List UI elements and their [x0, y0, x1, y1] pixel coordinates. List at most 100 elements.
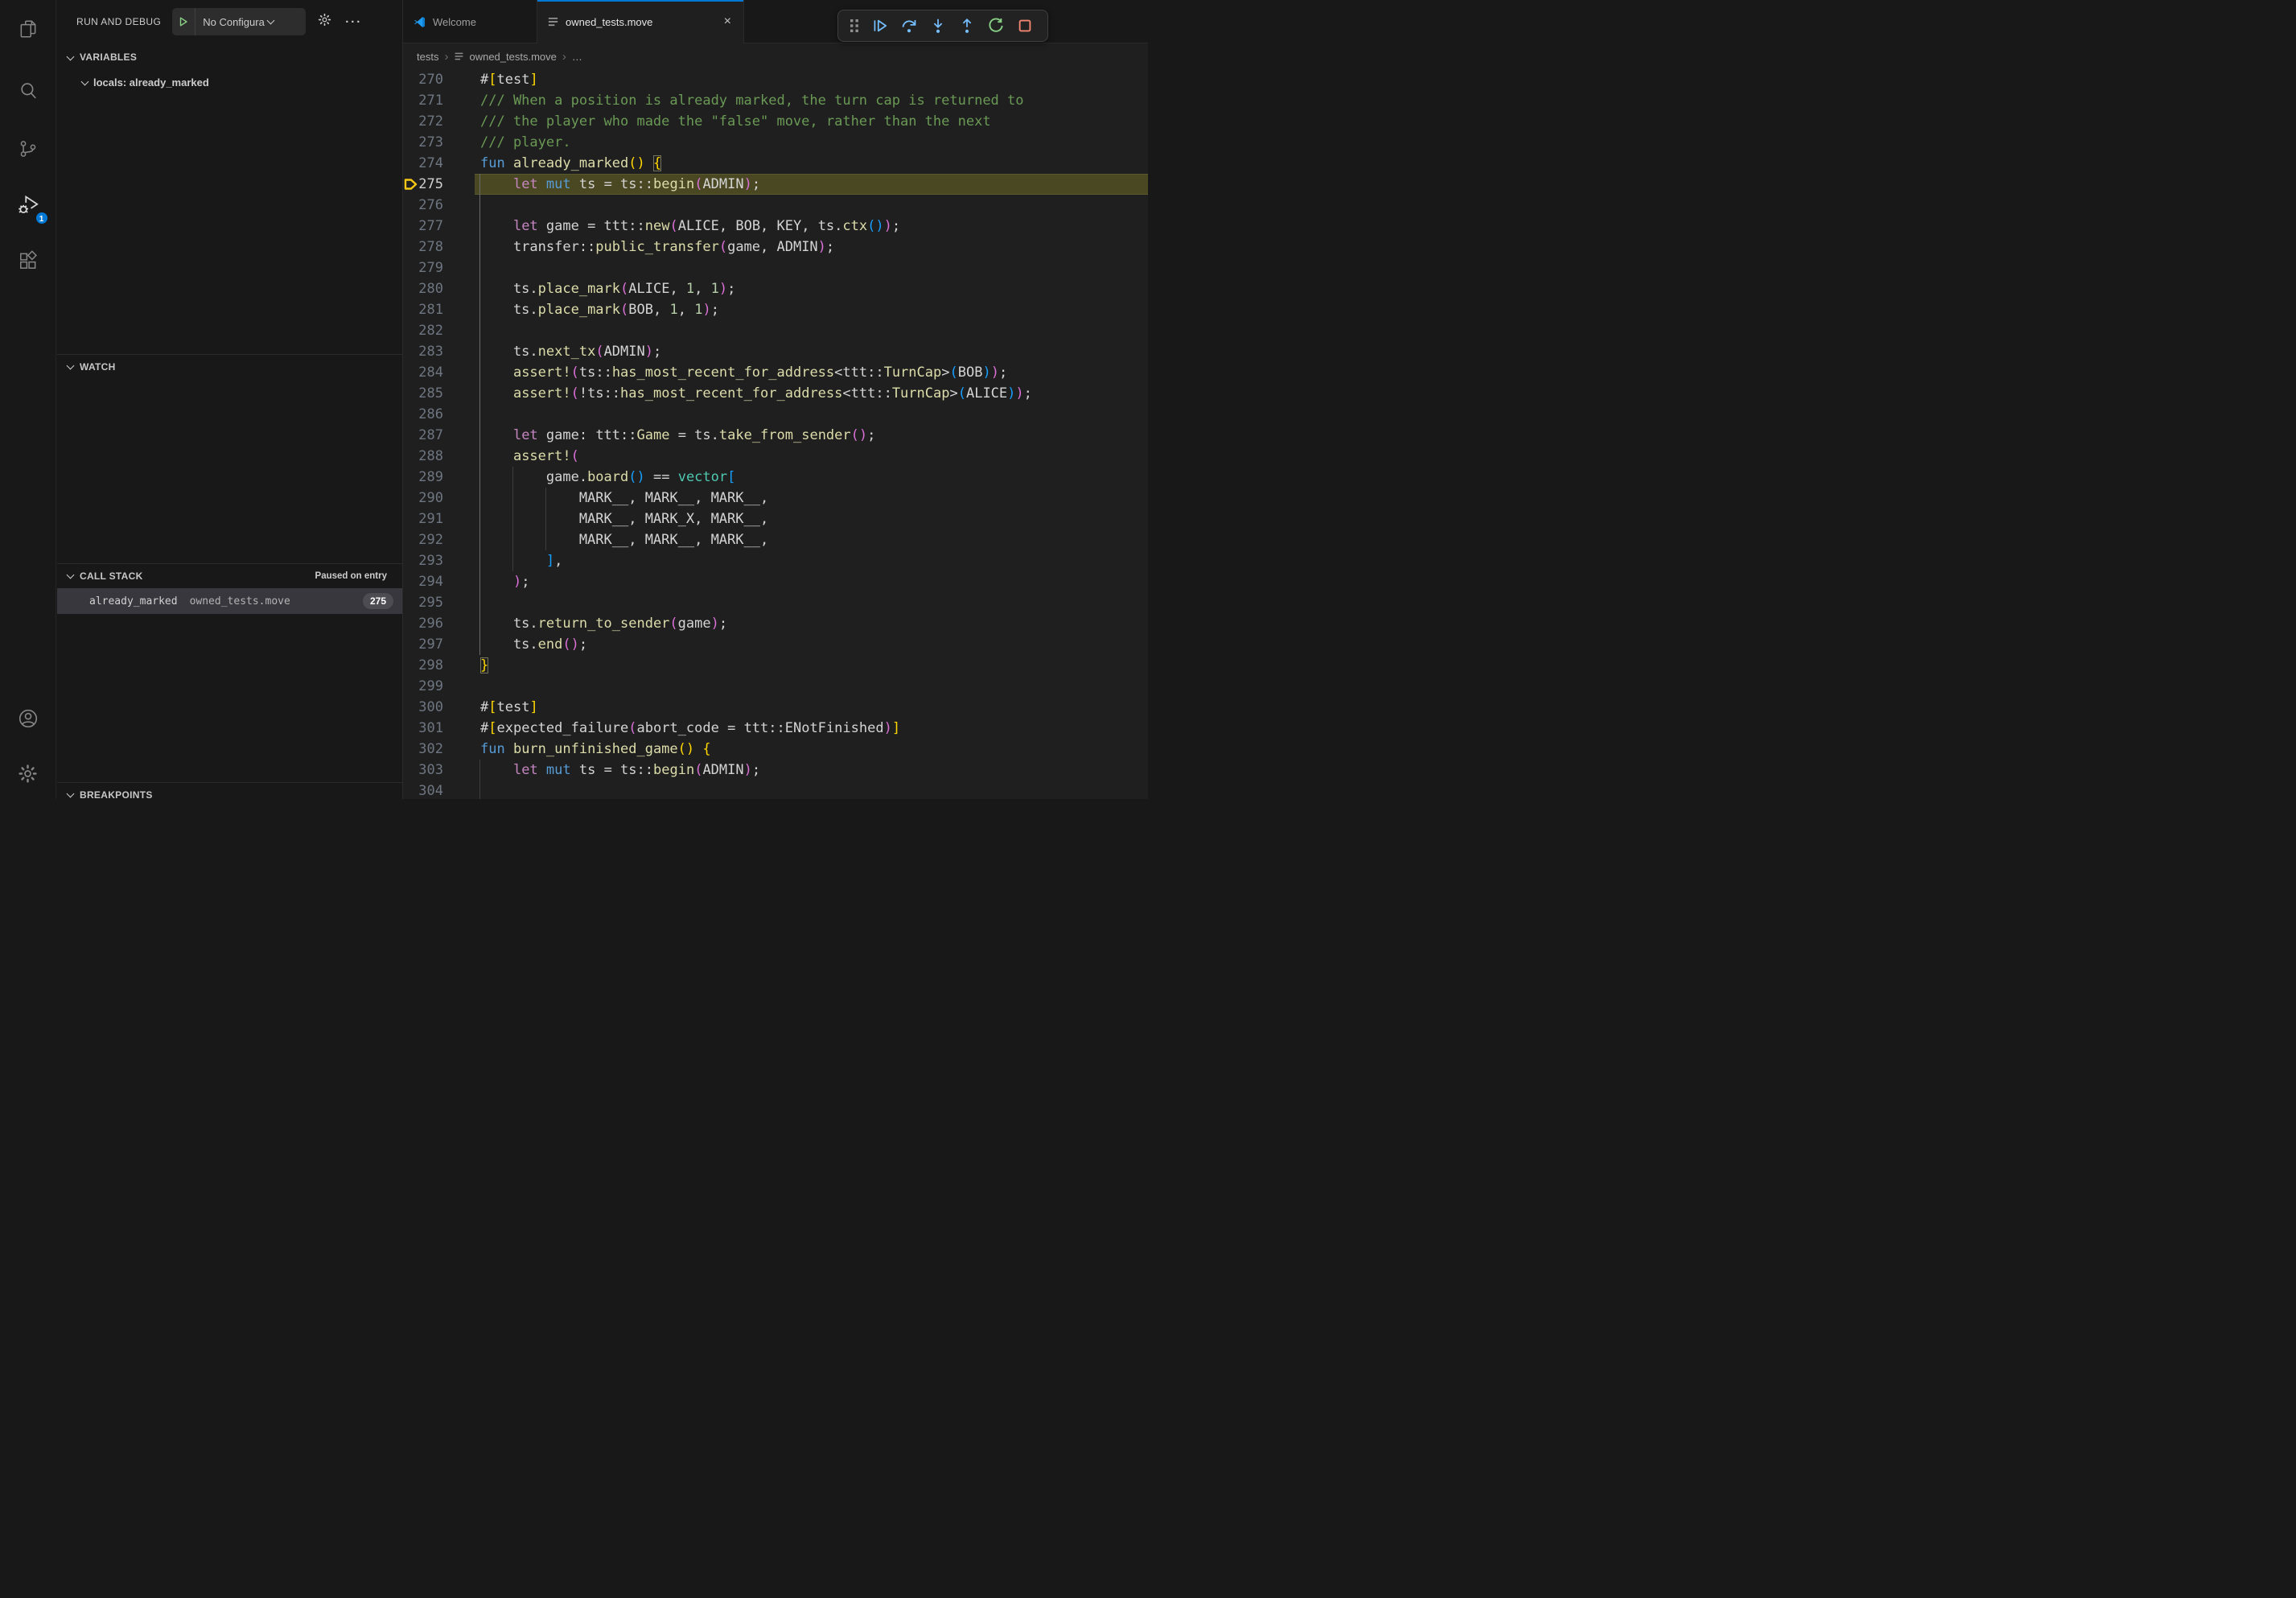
- code-line[interactable]: 293 ],: [403, 550, 1148, 571]
- line-number[interactable]: 304: [403, 780, 475, 799]
- code-line[interactable]: 275 let mut ts = ts::begin(ADMIN);: [403, 174, 1148, 195]
- line-number[interactable]: 278: [403, 237, 475, 257]
- code-editor[interactable]: 270#[test]271/// When a position is alre…: [403, 69, 1148, 799]
- step-into-button[interactable]: [925, 14, 951, 38]
- line-number[interactable]: 296: [403, 613, 475, 634]
- breadcrumb-file[interactable]: owned_tests.move: [469, 51, 556, 63]
- code-line[interactable]: 297 ts.end();: [403, 634, 1148, 655]
- line-number[interactable]: 287: [403, 425, 475, 446]
- step-over-button[interactable]: [896, 14, 922, 38]
- code-line[interactable]: 279: [403, 257, 1148, 278]
- line-number[interactable]: 271: [403, 90, 475, 111]
- restart-button[interactable]: [983, 14, 1009, 38]
- line-number[interactable]: 286: [403, 404, 475, 425]
- line-number[interactable]: 301: [403, 718, 475, 739]
- line-number[interactable]: 283: [403, 341, 475, 362]
- search-icon[interactable]: [9, 72, 47, 110]
- code-line[interactable]: 303 let mut ts = ts::begin(ADMIN);: [403, 760, 1148, 780]
- line-number[interactable]: 288: [403, 446, 475, 467]
- settings-gear-icon[interactable]: [9, 754, 47, 793]
- close-tab-icon[interactable]: ×: [722, 14, 734, 30]
- line-number[interactable]: 285: [403, 383, 475, 404]
- code-line[interactable]: 295: [403, 592, 1148, 613]
- breadcrumb-folder[interactable]: tests: [417, 51, 438, 63]
- code-line[interactable]: 296 ts.return_to_sender(game);: [403, 613, 1148, 634]
- line-number[interactable]: 276: [403, 195, 475, 216]
- line-number[interactable]: 295: [403, 592, 475, 613]
- code-line[interactable]: 292 MARK__, MARK__, MARK__,: [403, 529, 1148, 550]
- code-line[interactable]: 284 assert!(ts::has_most_recent_for_addr…: [403, 362, 1148, 383]
- code-line[interactable]: 290 MARK__, MARK__, MARK__,: [403, 488, 1148, 509]
- variables-section-header[interactable]: VARIABLES: [57, 45, 402, 69]
- code-line[interactable]: 272/// the player who made the "false" m…: [403, 111, 1148, 132]
- step-out-button[interactable]: [954, 14, 980, 38]
- line-number[interactable]: 282: [403, 320, 475, 341]
- line-number[interactable]: 292: [403, 529, 475, 550]
- code-line[interactable]: 294 );: [403, 571, 1148, 592]
- watch-section-header[interactable]: WATCH: [57, 354, 402, 378]
- line-number[interactable]: 302: [403, 739, 475, 760]
- source-control-icon[interactable]: [9, 130, 47, 168]
- code-line[interactable]: 304: [403, 780, 1148, 799]
- run-and-debug-icon[interactable]: 1: [9, 186, 47, 224]
- code-line[interactable]: 283 ts.next_tx(ADMIN);: [403, 341, 1148, 362]
- line-number[interactable]: 290: [403, 488, 475, 509]
- line-number[interactable]: 273: [403, 132, 475, 153]
- tab-welcome[interactable]: Welcome: [403, 0, 537, 43]
- launch-settings-gear-icon[interactable]: [317, 12, 332, 31]
- code-line[interactable]: 282: [403, 320, 1148, 341]
- breakpoints-section-header[interactable]: BREAKPOINTS: [57, 782, 402, 806]
- code-line[interactable]: 276: [403, 195, 1148, 216]
- code-line[interactable]: 286: [403, 404, 1148, 425]
- line-number[interactable]: 303: [403, 760, 475, 780]
- line-number[interactable]: 275: [403, 174, 475, 195]
- toolbar-drag-grip[interactable]: [845, 14, 864, 38]
- line-number[interactable]: 300: [403, 697, 475, 718]
- breadcrumb-symbol-ellipsis[interactable]: …: [572, 51, 582, 63]
- line-number[interactable]: 284: [403, 362, 475, 383]
- line-number[interactable]: 280: [403, 278, 475, 299]
- line-number[interactable]: 270: [403, 69, 475, 90]
- code-line[interactable]: 278 transfer::public_transfer(game, ADMI…: [403, 237, 1148, 257]
- code-line[interactable]: 274fun already_marked() {: [403, 153, 1148, 174]
- stop-button[interactable]: [1012, 14, 1038, 38]
- code-line[interactable]: 270#[test]: [403, 69, 1148, 90]
- line-number[interactable]: 293: [403, 550, 475, 571]
- code-line[interactable]: 299: [403, 676, 1148, 697]
- line-number[interactable]: 274: [403, 153, 475, 174]
- line-number[interactable]: 279: [403, 257, 475, 278]
- code-line[interactable]: 287 let game: ttt::Game = ts.take_from_s…: [403, 425, 1148, 446]
- code-line[interactable]: 277 let game = ttt::new(ALICE, BOB, KEY,…: [403, 216, 1148, 237]
- continue-button[interactable]: [867, 14, 893, 38]
- line-number[interactable]: 294: [403, 571, 475, 592]
- code-line[interactable]: 289 game.board() == vector[: [403, 467, 1148, 488]
- extensions-icon[interactable]: [9, 241, 47, 280]
- call-stack-frame-row[interactable]: already_marked owned_tests.move 275: [57, 588, 402, 614]
- line-number[interactable]: 299: [403, 676, 475, 697]
- line-number[interactable]: 277: [403, 216, 475, 237]
- account-icon[interactable]: [9, 699, 47, 738]
- code-line[interactable]: 273/// player.: [403, 132, 1148, 153]
- code-line[interactable]: 301#[expected_failure(abort_code = ttt::…: [403, 718, 1148, 739]
- tab-owned-tests-move[interactable]: owned_tests.move ×: [537, 0, 744, 43]
- code-line[interactable]: 288 assert!(: [403, 446, 1148, 467]
- code-line[interactable]: 298}: [403, 655, 1148, 676]
- code-line[interactable]: 302fun burn_unfinished_game() {: [403, 739, 1148, 760]
- debug-config-dropdown[interactable]: No Configura: [172, 8, 306, 35]
- line-number[interactable]: 297: [403, 634, 475, 655]
- line-number[interactable]: 289: [403, 467, 475, 488]
- more-actions-icon[interactable]: ···: [345, 15, 362, 29]
- start-debug-icon[interactable]: [172, 8, 195, 35]
- code-line[interactable]: 281 ts.place_mark(BOB, 1, 1);: [403, 299, 1148, 320]
- code-line[interactable]: 291 MARK__, MARK_X, MARK__,: [403, 509, 1148, 529]
- code-line[interactable]: 280 ts.place_mark(ALICE, 1, 1);: [403, 278, 1148, 299]
- call-stack-section-header[interactable]: CALL STACK Paused on entry: [57, 563, 402, 587]
- code-line[interactable]: 300#[test]: [403, 697, 1148, 718]
- variables-locals-row[interactable]: locals: already_marked: [57, 71, 402, 93]
- code-line[interactable]: 271/// When a position is already marked…: [403, 90, 1148, 111]
- line-number[interactable]: 291: [403, 509, 475, 529]
- line-number[interactable]: 272: [403, 111, 475, 132]
- line-number[interactable]: 281: [403, 299, 475, 320]
- line-number[interactable]: 298: [403, 655, 475, 676]
- explorer-icon[interactable]: [9, 10, 47, 48]
